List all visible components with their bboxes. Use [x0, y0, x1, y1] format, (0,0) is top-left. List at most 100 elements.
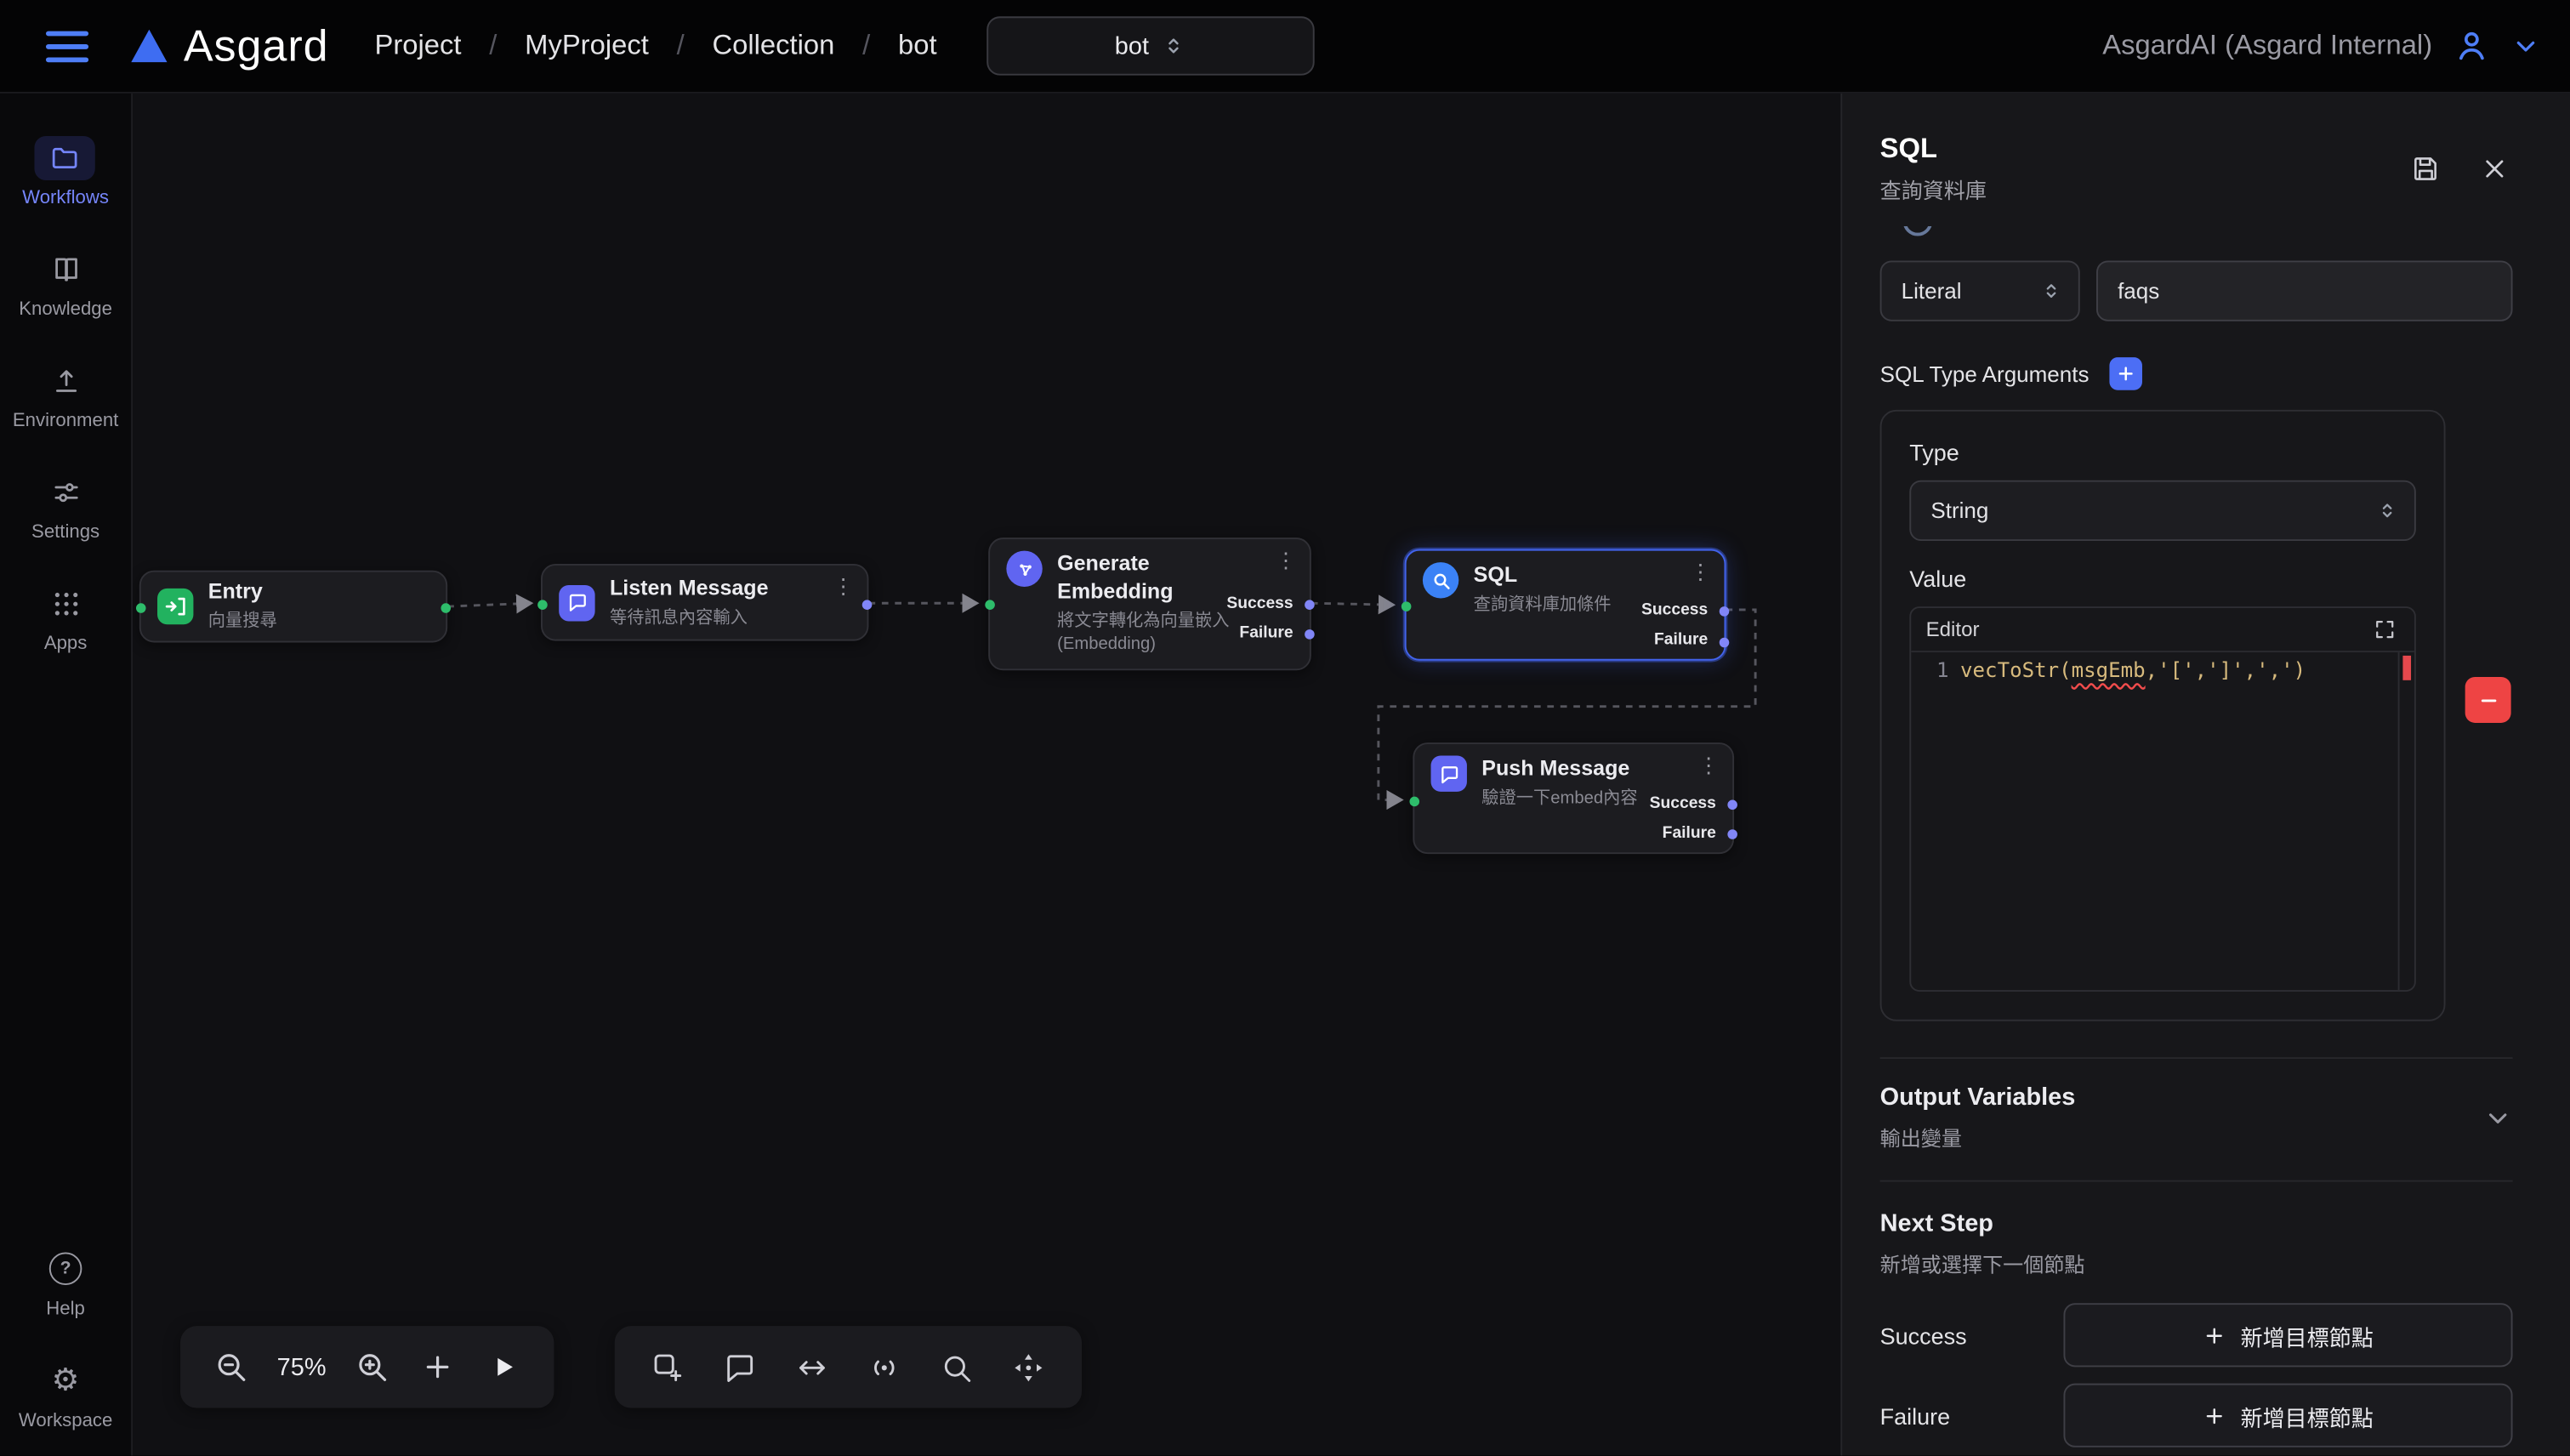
type-label: Type [1909, 440, 2416, 466]
port-failure-label: Failure [1226, 620, 1293, 650]
menu-icon[interactable] [46, 31, 88, 62]
zoom-level: 75% [274, 1353, 330, 1381]
code-editor[interactable]: Editor 1 vecToStr(msgEmb,'[',']',',') [1909, 606, 2416, 992]
expand-icon[interactable] [2370, 615, 2400, 645]
node-menu-icon[interactable]: ⋮ [833, 575, 854, 596]
next-step-success-row: Success 新增目標節點 [1880, 1303, 2513, 1367]
next-step-subtitle: 新增或選擇下一個節點 [1880, 1248, 2513, 1279]
output-port-success[interactable] [1727, 800, 1737, 810]
output-variables-subtitle: 輸出變量 [1880, 1121, 2076, 1152]
node-title: Entry [208, 579, 277, 607]
chat-bubble-icon [559, 584, 594, 620]
node-menu-icon[interactable]: ⋮ [1690, 560, 1711, 582]
sidebar-item-settings[interactable]: Settings [31, 470, 100, 543]
node-config-panel: SQL 查詢資料庫 Literal [1840, 94, 2570, 1456]
argument-value-input[interactable] [2096, 260, 2513, 321]
argument-type-value: Literal [1902, 279, 1962, 304]
entry-icon [157, 589, 193, 624]
breadcrumb-collection[interactable]: Collection [712, 30, 834, 63]
chevron-updown-icon [2040, 281, 2061, 302]
input-port[interactable] [537, 600, 548, 610]
argument-row: Literal [1880, 260, 2513, 321]
embedding-icon [1006, 551, 1042, 587]
broadcast-icon[interactable] [861, 1344, 907, 1390]
comment-icon[interactable] [717, 1344, 763, 1390]
sidebar-label: Apps [44, 634, 88, 654]
chat-bubble-icon [1431, 755, 1467, 791]
output-port-failure[interactable] [1727, 829, 1737, 839]
add-failure-target-button[interactable]: 新增目標節點 [2063, 1384, 2512, 1447]
minus-icon [2477, 689, 2499, 710]
node-generate-embedding[interactable]: Generate Embedding 將文字轉化為向量嵌入 (Embedding… [988, 537, 1311, 670]
account-chevron-down-icon[interactable] [2511, 31, 2541, 61]
node-menu-icon[interactable]: ⋮ [1275, 549, 1296, 571]
node-listen-message[interactable]: Listen Message 等待訊息內容輸入 ⋮ [541, 564, 868, 641]
node-menu-icon[interactable]: ⋮ [1698, 754, 1720, 776]
output-port-success[interactable] [1720, 606, 1730, 617]
line-number: 1 [1911, 652, 1960, 990]
sql-type-arguments-row: SQL Type Arguments [1880, 357, 2513, 390]
breadcrumb-bot[interactable]: bot [898, 30, 937, 63]
input-port[interactable] [985, 600, 995, 610]
input-port[interactable] [1409, 797, 1419, 807]
node-title: Listen Message [610, 575, 769, 603]
type-select-value: String [1930, 498, 1988, 523]
sidebar-label: Knowledge [19, 300, 112, 320]
breadcrumb-myproject[interactable]: MyProject [525, 30, 649, 63]
output-port-failure[interactable] [1720, 638, 1730, 648]
remove-argument-button[interactable] [2465, 677, 2511, 723]
logo-triangle-icon [131, 30, 167, 63]
sidebar-item-help[interactable]: ? Help [34, 1246, 96, 1320]
type-select[interactable]: String [1909, 481, 2416, 541]
argument-card: Type String Value Editor 1 vecToSt [1880, 410, 2446, 1021]
sidebar-item-knowledge[interactable]: Knowledge [19, 247, 112, 320]
next-step-title: Next Step [1880, 1209, 2513, 1237]
zoom-toolbar: 75% [180, 1326, 554, 1408]
workflow-canvas[interactable]: Entry 向量搜尋 Listen Message 等待訊息內容輸入 ⋮ [133, 94, 1840, 1456]
save-icon[interactable] [2408, 151, 2443, 186]
add-argument-button[interactable] [2109, 357, 2142, 390]
sidebar-item-apps[interactable]: Apps [35, 582, 95, 654]
edge-embedding-sql [1311, 603, 1393, 605]
chevron-down-icon[interactable] [2483, 1103, 2513, 1133]
sidebar-label: Workflows [22, 189, 109, 208]
user-icon[interactable] [2452, 26, 2491, 65]
editor-body[interactable]: 1 vecToStr(msgEmb,'[',']',',') [1911, 652, 2414, 990]
node-sql[interactable]: SQL 查詢資料庫加條件 ⋮ Success Failure [1405, 549, 1726, 661]
breadcrumb-project[interactable]: Project [375, 30, 462, 63]
zoom-out-icon[interactable] [208, 1344, 254, 1390]
output-port-success[interactable] [1305, 600, 1315, 610]
swap-horizontal-icon[interactable] [789, 1344, 835, 1390]
output-port-failure[interactable] [1305, 629, 1315, 640]
input-port[interactable] [1402, 601, 1412, 611]
panel-header: SQL 查詢資料庫 [1880, 133, 2513, 205]
output-port[interactable] [441, 603, 451, 613]
sidebar-item-environment[interactable]: Environment [13, 359, 118, 431]
node-entry[interactable]: Entry 向量搜尋 [139, 571, 447, 643]
node-push-message[interactable]: Push Message 驗證一下embed內容 ⋮ Success Failu… [1413, 742, 1734, 854]
chevron-updown-icon [2377, 500, 2398, 521]
code-content[interactable]: vecToStr(msgEmb,'[',']',',') [1960, 652, 2398, 990]
output-variables-section[interactable]: Output Variables 輸出變量 [1880, 1059, 2513, 1180]
search-icon[interactable] [934, 1344, 980, 1390]
output-port[interactable] [862, 600, 873, 610]
workflow-select[interactable]: bot [986, 16, 1313, 75]
workflow-select-value: bot [1115, 32, 1149, 60]
add-success-target-button[interactable]: 新增目標節點 [2063, 1303, 2512, 1367]
close-icon[interactable] [2476, 151, 2512, 186]
sql-type-arguments-label: SQL Type Arguments [1880, 361, 2090, 386]
node-subtitle: 等待訊息內容輸入 [610, 606, 769, 629]
add-icon[interactable] [415, 1344, 461, 1390]
logo: Asgard [131, 20, 328, 71]
sidebar-item-workspace[interactable]: ⚙ Workspace [19, 1359, 112, 1431]
pan-icon[interactable] [1005, 1344, 1051, 1390]
sidebar-item-workflows[interactable]: Workflows [22, 136, 109, 208]
add-node-icon[interactable] [645, 1344, 691, 1390]
argument-type-select[interactable]: Literal [1880, 260, 2080, 321]
input-port[interactable] [136, 603, 146, 613]
zoom-in-icon[interactable] [350, 1344, 395, 1390]
error-marker [2402, 656, 2411, 680]
port-success-label: Success [1641, 597, 1708, 627]
run-icon[interactable] [480, 1344, 526, 1390]
sliders-icon [50, 477, 82, 509]
